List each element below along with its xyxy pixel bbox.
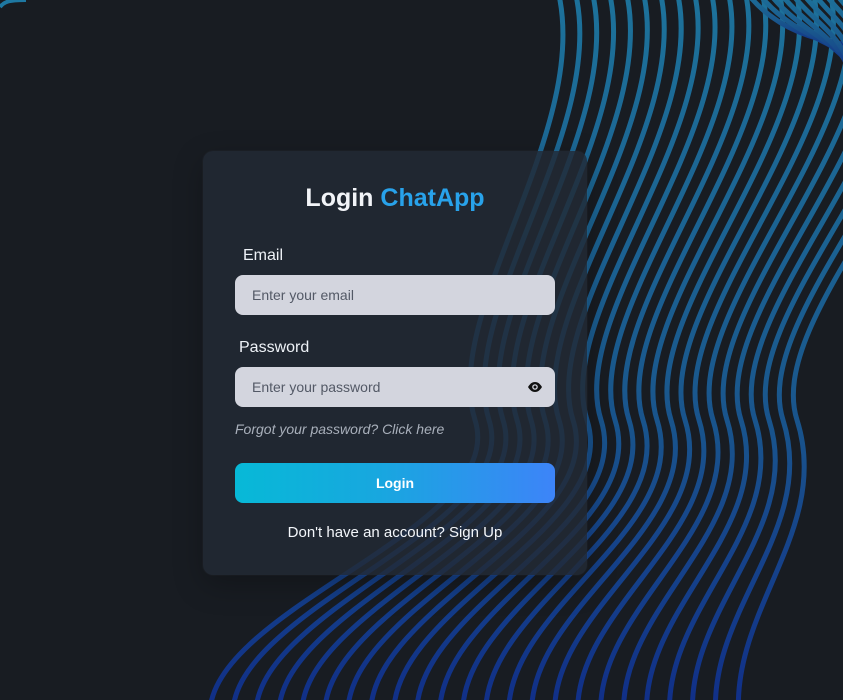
app-name: ChatApp bbox=[380, 184, 485, 212]
page-title: Login ChatApp bbox=[203, 184, 587, 213]
login-screen: Login ChatApp Email Password Forgot your… bbox=[0, 0, 843, 700]
email-field[interactable] bbox=[235, 275, 555, 315]
email-label: Email bbox=[243, 247, 284, 264]
wave-line bbox=[735, 260, 843, 700]
password-label: Password bbox=[239, 339, 310, 356]
login-button[interactable]: Login bbox=[235, 463, 555, 503]
title-prefix: Login bbox=[305, 184, 374, 212]
eye-icon[interactable] bbox=[526, 379, 544, 395]
signup-link[interactable]: Don't have an account? Sign Up bbox=[203, 524, 587, 541]
forgot-password-link[interactable]: Forgot your password? Click here bbox=[235, 421, 444, 437]
password-field-wrapper bbox=[235, 367, 555, 407]
password-field[interactable] bbox=[235, 367, 555, 407]
login-card: Login ChatApp Email Password Forgot your… bbox=[203, 151, 587, 575]
